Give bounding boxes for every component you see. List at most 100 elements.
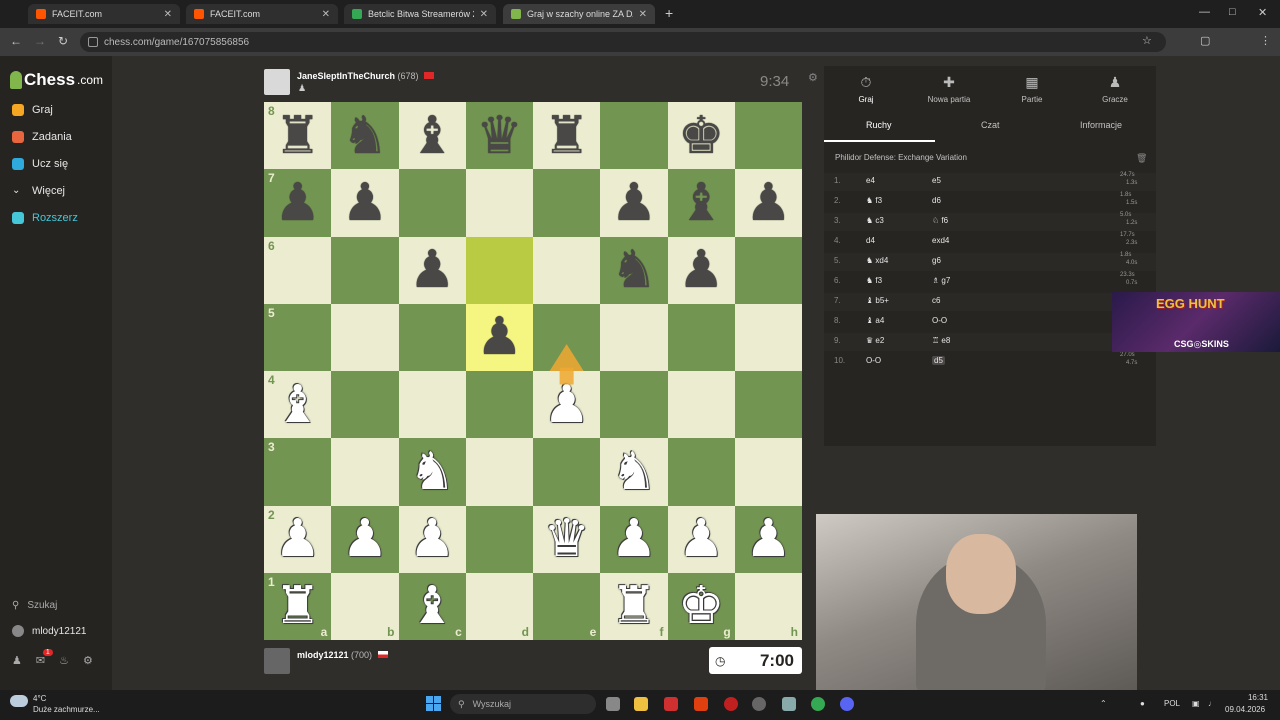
square-e8[interactable]: ♜ xyxy=(533,102,601,170)
task-view-icon[interactable] xyxy=(606,697,620,711)
sidebar-user[interactable]: mlody12121 xyxy=(12,625,86,637)
square-h6[interactable] xyxy=(734,236,802,304)
chesscom-logo[interactable]: Chess .com xyxy=(10,70,103,90)
square-g8[interactable]: ♚ xyxy=(667,102,735,170)
panel-tab-partie[interactable]: ▦ Partie xyxy=(992,74,1072,104)
black-pawn-icon[interactable]: ♟ xyxy=(342,177,389,229)
square-g4[interactable] xyxy=(667,371,735,439)
settings-gear-icon[interactable]: ⚙ xyxy=(83,654,93,667)
square-e4[interactable]: ♟ xyxy=(533,371,601,439)
square-f1[interactable]: ♜ f xyxy=(600,572,668,640)
white-pawn-icon[interactable]: ♟ xyxy=(274,513,321,565)
volume-icon[interactable]: ♩ xyxy=(1208,699,1216,708)
square-a3[interactable]: 3 xyxy=(264,438,332,506)
square-a7[interactable]: ♟ 7 xyxy=(264,169,332,237)
square-b7[interactable]: ♟ xyxy=(331,169,399,237)
panel-tab-gracze[interactable]: ♟ Gracze xyxy=(1075,74,1155,104)
square-b3[interactable] xyxy=(331,438,399,506)
black-king-icon[interactable]: ♚ xyxy=(678,110,725,162)
clock-date[interactable]: 09.04.2026 xyxy=(1225,705,1265,714)
square-h7[interactable]: ♟ xyxy=(734,169,802,237)
square-a2[interactable]: ♟ 2 xyxy=(264,505,332,573)
microphone-icon[interactable]: ● xyxy=(1140,699,1145,708)
black-move[interactable]: e5 xyxy=(932,176,941,185)
browser-tab[interactable]: Betclic Bitwa Streamerów 2 - A ✕ xyxy=(344,4,496,24)
square-h2[interactable]: ♟ xyxy=(734,505,802,573)
square-c4[interactable] xyxy=(398,371,466,439)
top-player-name[interactable]: JaneSleptInTheChurch (678) xyxy=(297,71,435,81)
black-queen-icon[interactable]: ♛ xyxy=(476,110,523,162)
square-d2[interactable] xyxy=(465,505,533,573)
sidebar-item-zadania[interactable]: Zadania xyxy=(12,131,72,143)
white-move[interactable]: ♛ e2 xyxy=(866,336,884,345)
square-c8[interactable]: ♝ xyxy=(398,102,466,170)
mail-icon[interactable]: ✉ 1 xyxy=(36,649,53,667)
tab-close-icon[interactable]: ✕ xyxy=(164,9,172,20)
square-d4[interactable] xyxy=(465,371,533,439)
bookmark-star-icon[interactable]: ☆ xyxy=(1142,34,1152,47)
white-bishop-icon[interactable]: ♝ xyxy=(409,580,456,632)
white-queen-icon[interactable]: ♛ xyxy=(543,513,590,565)
square-d5[interactable]: ♟ xyxy=(465,303,533,371)
url-bar[interactable]: chess.com/game/167075856856 xyxy=(80,32,1166,52)
white-pawn-icon[interactable]: ♟ xyxy=(678,513,725,565)
black-bishop-icon[interactable]: ♝ xyxy=(409,110,456,162)
square-b1[interactable]: b xyxy=(331,572,399,640)
network-icon[interactable]: ▣ xyxy=(1192,699,1200,708)
settings-app-icon[interactable] xyxy=(782,697,796,711)
square-b8[interactable]: ♞ xyxy=(331,102,399,170)
friends-icon[interactable]: ♟ xyxy=(12,654,22,667)
black-pawn-icon[interactable]: ♟ xyxy=(476,311,523,363)
black-move[interactable]: d6 xyxy=(932,196,941,205)
white-move[interactable]: ♝ b5+ xyxy=(866,296,889,305)
tray-chevron-icon[interactable]: ⌃ xyxy=(1100,699,1107,708)
square-g5[interactable] xyxy=(667,303,735,371)
square-c2[interactable]: ♟ xyxy=(398,505,466,573)
square-e6[interactable] xyxy=(533,236,601,304)
square-b6[interactable] xyxy=(331,236,399,304)
white-rook-icon[interactable]: ♜ xyxy=(274,580,321,632)
white-move[interactable]: e4 xyxy=(866,176,875,185)
black-pawn-icon[interactable]: ♟ xyxy=(678,244,725,296)
forward-icon[interactable]: → xyxy=(34,34,46,48)
browser-tab[interactable]: FACEIT.com ✕ xyxy=(28,4,180,24)
square-a6[interactable]: 6 xyxy=(264,236,332,304)
square-f6[interactable]: ♞ xyxy=(600,236,668,304)
bottom-player-avatar[interactable] xyxy=(264,648,290,674)
square-g2[interactable]: ♟ xyxy=(667,505,735,573)
square-c6[interactable]: ♟ xyxy=(398,236,466,304)
sidebar-item-graj[interactable]: Graj xyxy=(12,104,53,116)
black-move[interactable]: ♗ g7 xyxy=(932,276,950,285)
black-pawn-icon[interactable]: ♟ xyxy=(409,244,456,296)
black-move[interactable]: g6 xyxy=(932,256,941,265)
square-c3[interactable]: ♞ xyxy=(398,438,466,506)
white-pawn-icon[interactable]: ♟ xyxy=(611,513,658,565)
white-knight-icon[interactable]: ♞ xyxy=(409,446,456,498)
square-f8[interactable] xyxy=(600,102,668,170)
square-e5[interactable] xyxy=(533,303,601,371)
start-icon[interactable] xyxy=(426,696,441,711)
square-c7[interactable] xyxy=(398,169,466,237)
white-pawn-icon[interactable]: ♟ xyxy=(409,513,456,565)
square-a8[interactable]: ♜ 8 xyxy=(264,102,332,170)
square-g3[interactable] xyxy=(667,438,735,506)
bell-icon[interactable]: ♨ xyxy=(59,654,69,667)
square-b4[interactable] xyxy=(331,371,399,439)
menu-icon[interactable]: ⋮ xyxy=(1260,34,1271,47)
square-h1[interactable]: h xyxy=(734,572,802,640)
square-b5[interactable] xyxy=(331,303,399,371)
black-move[interactable]: ♖ e8 xyxy=(932,336,950,345)
panel-tab-graj[interactable]: ⏱ Graj xyxy=(826,74,906,104)
extensions-icon[interactable]: ▢ xyxy=(1200,34,1210,47)
square-h3[interactable] xyxy=(734,438,802,506)
browser-tab[interactable]: Graj w szachy online ZA DARM ✕ xyxy=(503,4,655,24)
opera-icon[interactable] xyxy=(724,697,738,711)
chess-board[interactable]: ♜ 8 ♞ ♝ ♛ ♜ ♚ ♟ 7 ♟ ♟ ♝ ♟ 6 ♟ ♞ ♟ 5 ♟ ♝ 4 ♟ 3 ♞ ♞ ♟ 2 ♟ ♟ ♛ ♟ ♟ ♟ ♜ 1 a b ♝ c d… xyxy=(264,102,802,640)
square-h4[interactable] xyxy=(734,371,802,439)
sidebar-item-ucz-się[interactable]: Ucz się xyxy=(12,158,68,170)
square-g1[interactable]: ♚ g xyxy=(667,572,735,640)
square-a4[interactable]: ♝ 4 xyxy=(264,371,332,439)
chrome-icon[interactable] xyxy=(811,697,825,711)
board-settings-gear-icon[interactable]: ⚙ xyxy=(808,71,818,84)
tab-close-icon[interactable]: ✕ xyxy=(322,9,330,20)
